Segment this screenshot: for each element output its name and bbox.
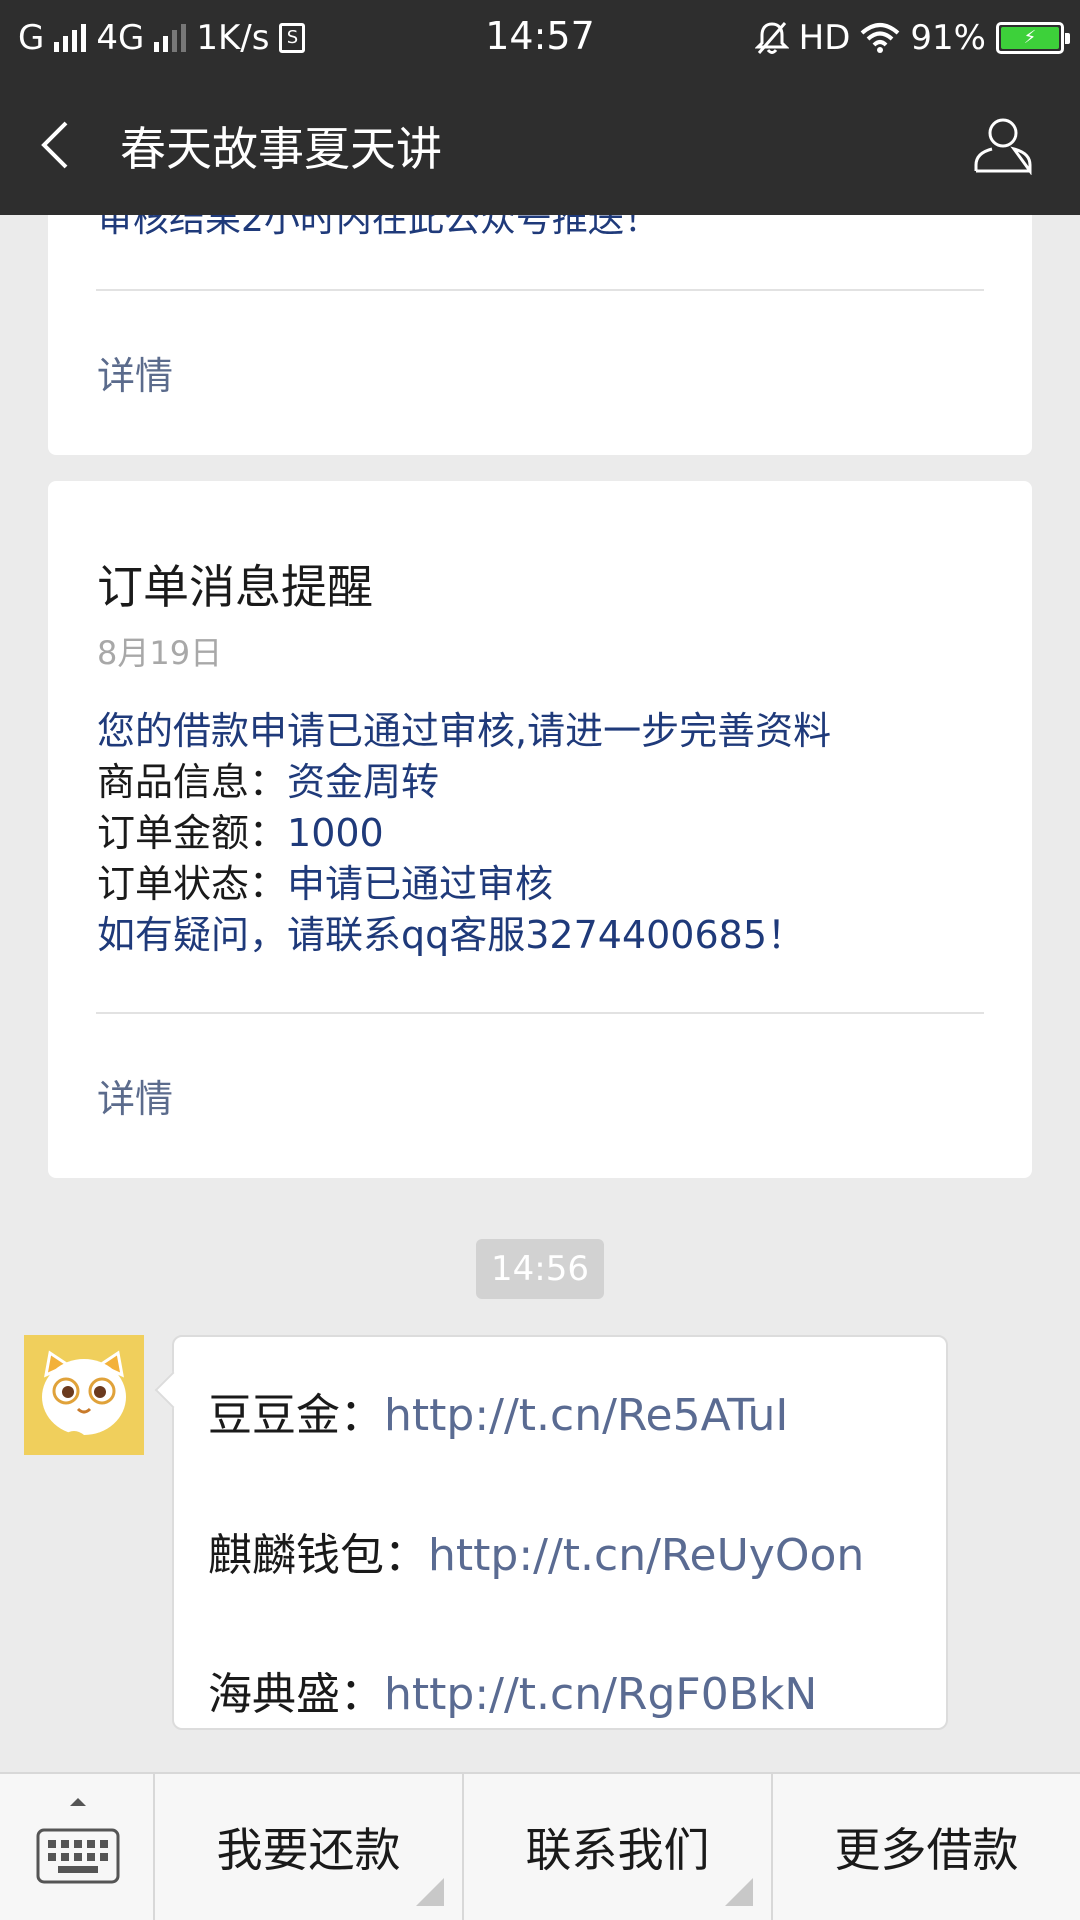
card-divider [96, 1012, 984, 1014]
page-title: 春天故事夏天讲 [120, 122, 442, 176]
message-label: 海典盛： [208, 1669, 384, 1720]
message-line: 豆豆金：http://t.cn/Re5ATuI [208, 1379, 788, 1443]
battery-fill: ⚡ [1001, 26, 1059, 49]
card-divider [96, 289, 984, 291]
keyboard-icon [36, 1798, 120, 1884]
mute-bell-icon [754, 21, 789, 54]
card-intro: 您的借款申请已通过审核,请进一步完善资料 [97, 709, 832, 753]
status-label: 订单状态： [97, 862, 288, 906]
status-row: 订单状态：申请已通过审核 [97, 859, 831, 910]
order-notice-card[interactable]: 订单消息提醒 8月19日 您的借款申请已通过审核,请进一步完善资料 商品信息：资… [48, 481, 1032, 1178]
menu-label: 我要还款 [216, 1823, 401, 1877]
menu-more-loans-button[interactable]: 更多借款 [773, 1774, 1080, 1920]
chat-timestamp: 14:56 [476, 1239, 604, 1299]
wifi-icon [861, 22, 900, 53]
amount-label: 订单金额： [97, 811, 288, 855]
amount-row: 订单金额：1000 [97, 808, 831, 859]
amount-value: 1000 [287, 811, 384, 855]
goods-value: 资金周转 [287, 760, 440, 804]
nav-bar: 春天故事夏天讲 [0, 75, 1080, 215]
submenu-indicator-icon [416, 1878, 444, 1906]
message-label: 麒麟钱包： [208, 1530, 428, 1581]
card-body: 您的借款申请已通过审核,请进一步完善资料 商品信息：资金周转 订单金额：1000… [97, 706, 831, 961]
contact-text: 如有疑问，请联系qq客服3274400685！ [97, 913, 806, 957]
avatar[interactable] [24, 1335, 144, 1455]
goods-row: 商品信息：资金周转 [97, 757, 831, 808]
status-value: 申请已通过审核 [287, 862, 554, 906]
submenu-indicator-icon [725, 1878, 753, 1906]
message-link[interactable]: http://t.cn/Re5ATuI [384, 1390, 788, 1441]
menu-label: 联系我们 [525, 1823, 710, 1877]
message-line: 海典盛：http://t.cn/RgF0BkN [208, 1658, 817, 1722]
status-right: HD 91% ⚡ [754, 0, 1070, 75]
card-title: 订单消息提醒 [97, 560, 373, 614]
bottom-menu: 我要还款 联系我们 更多借款 [0, 1772, 1080, 1920]
keyboard-toggle-button[interactable] [0, 1774, 155, 1920]
goods-label: 商品信息： [97, 760, 288, 804]
hd-label: HD [798, 17, 851, 58]
menu-label: 更多借款 [834, 1823, 1019, 1877]
chevron-left-icon[interactable] [30, 115, 90, 175]
cat-avatar-icon [24, 1335, 144, 1455]
card-date: 8月19日 [97, 634, 223, 672]
message-link[interactable]: http://t.cn/ReUyOon [428, 1530, 864, 1581]
battery-percent: 91% [910, 17, 986, 58]
card-detail-link[interactable]: 详情 [97, 1068, 173, 1123]
battery-icon: ⚡ [996, 21, 1070, 54]
chat-bubble[interactable]: 豆豆金：http://t.cn/Re5ATuI 麒麟钱包：http://t.cn… [172, 1335, 948, 1730]
menu-repay-button[interactable]: 我要还款 [155, 1774, 464, 1920]
menu-contact-button[interactable]: 联系我们 [464, 1774, 773, 1920]
message-line: 麒麟钱包：http://t.cn/ReUyOon [208, 1519, 864, 1583]
status-bar: G 4G 1K/s S 14:57 HD 91% ⚡ [0, 0, 1080, 75]
message-label: 豆豆金： [208, 1390, 384, 1441]
message-link[interactable]: http://t.cn/RgF0BkN [384, 1669, 817, 1720]
card-detail-link[interactable]: 详情 [97, 345, 173, 400]
person-icon[interactable] [972, 113, 1034, 175]
